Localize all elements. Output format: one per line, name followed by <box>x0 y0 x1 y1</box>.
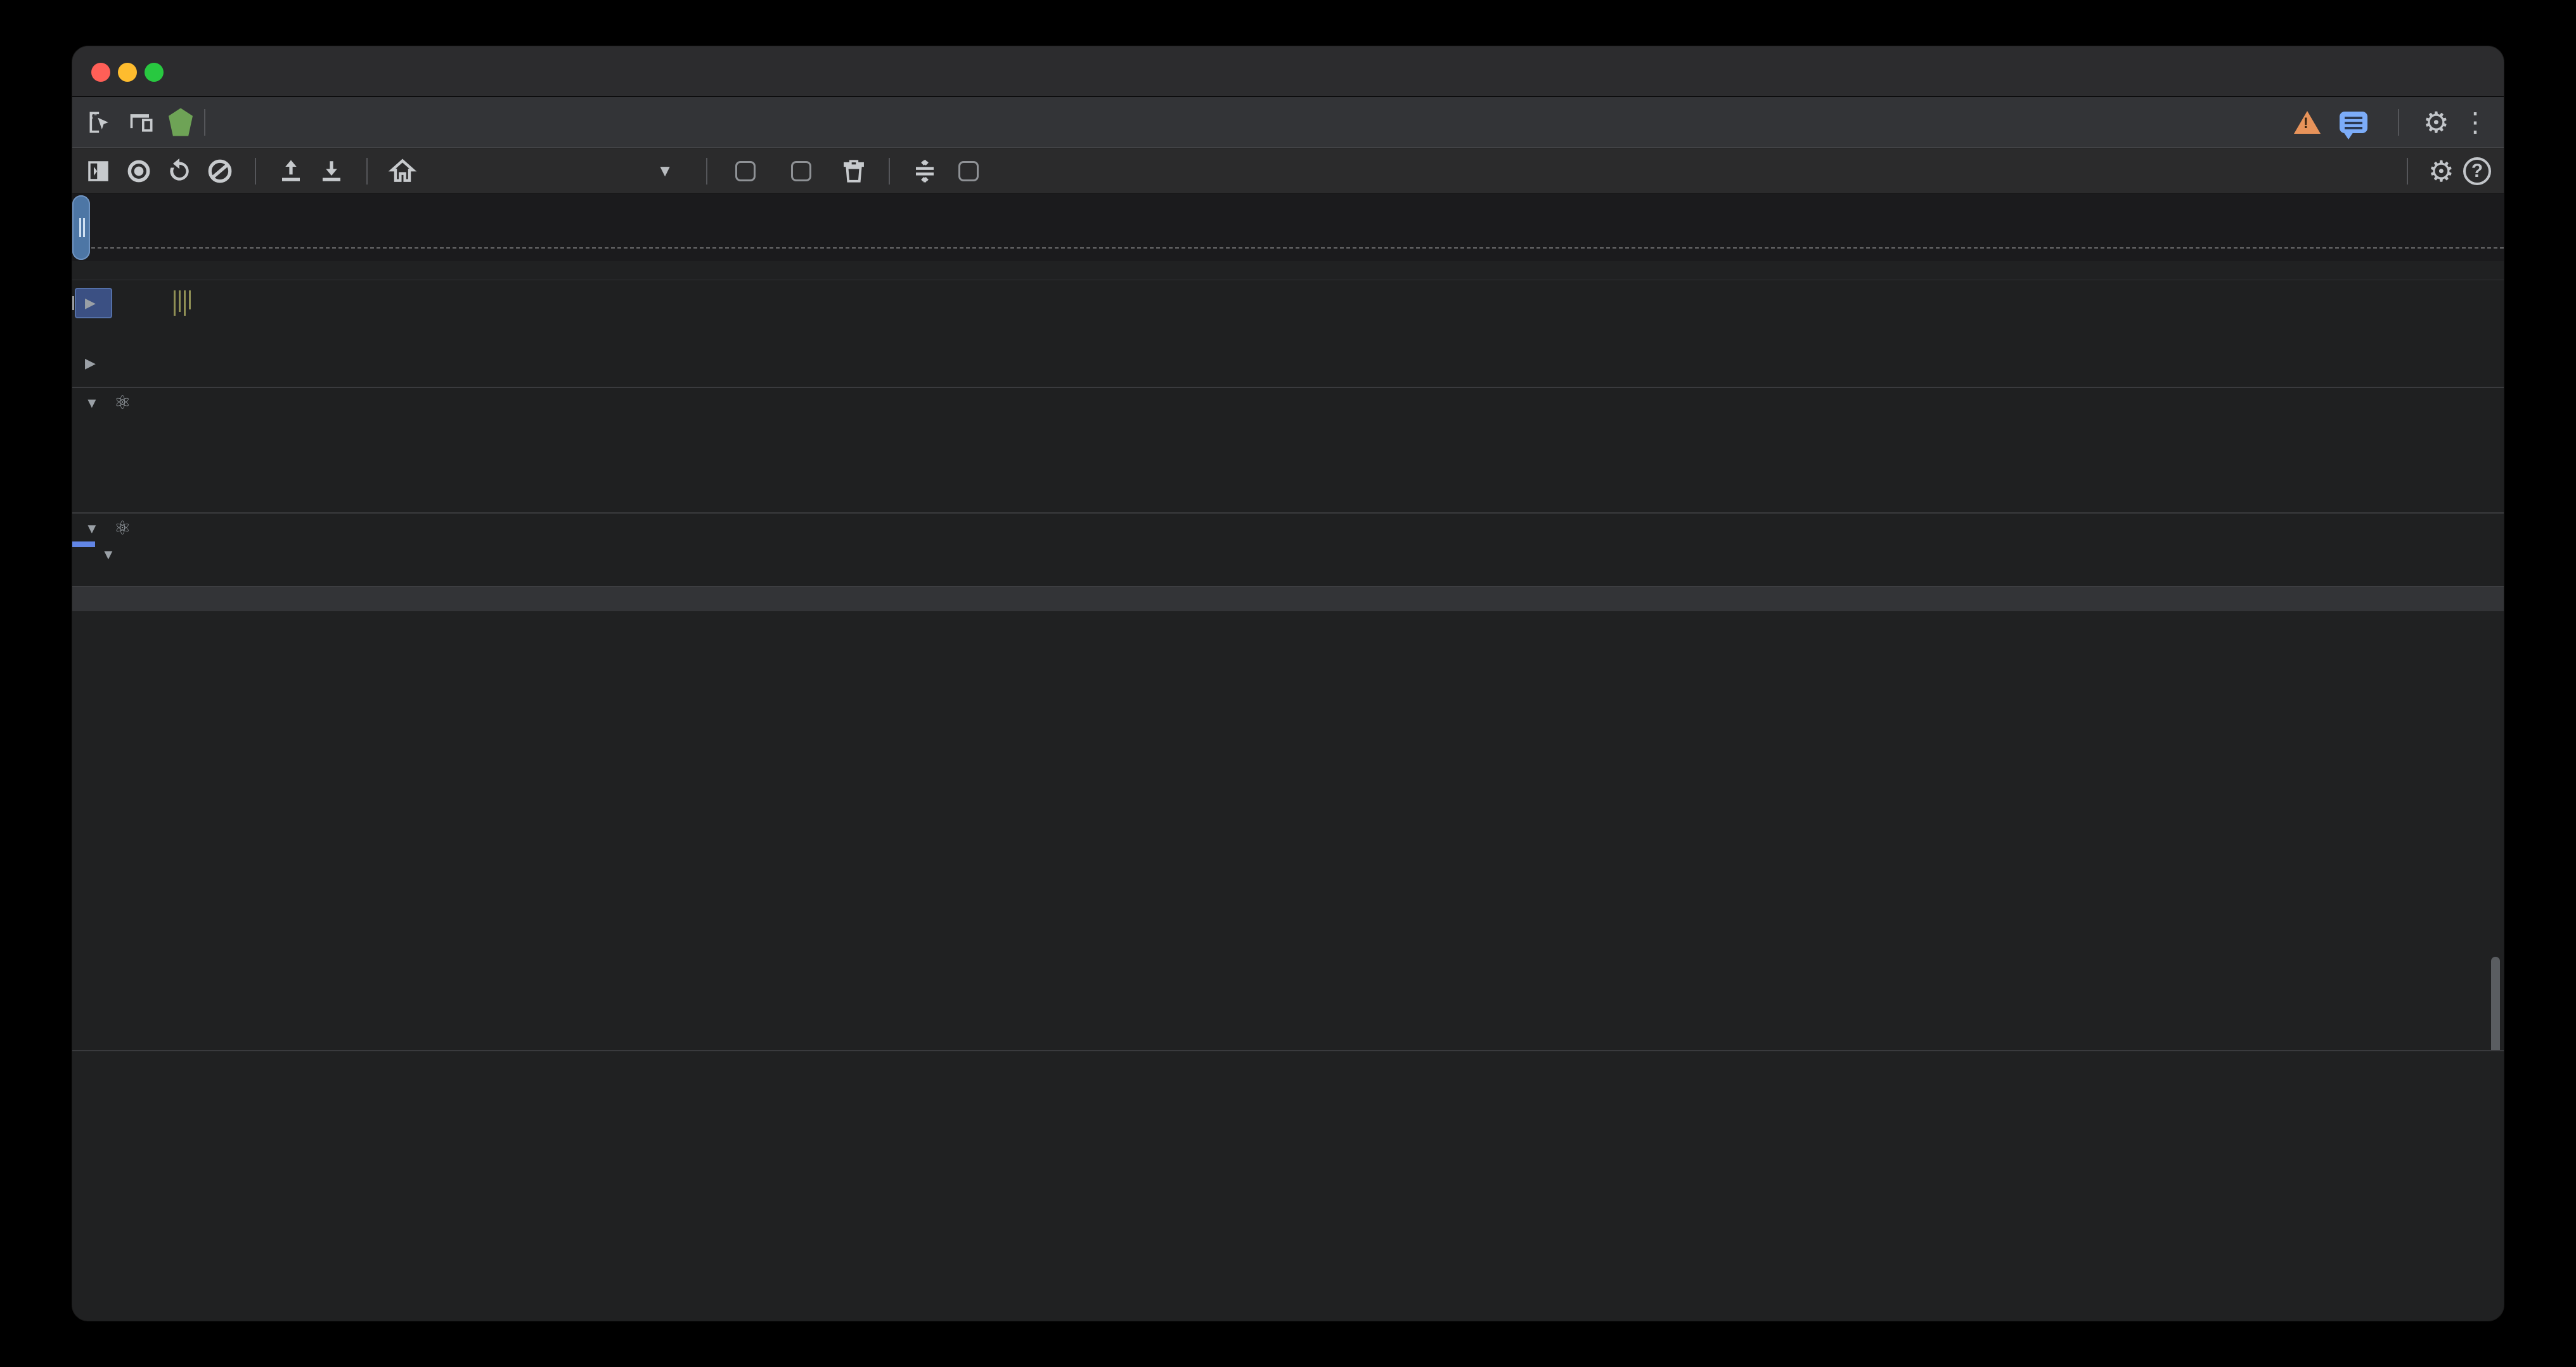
server-requests-row[interactable] <box>72 450 2504 477</box>
tabbar-separator <box>204 109 205 136</box>
network-candle <box>179 290 181 312</box>
selection-right-handle[interactable] <box>72 195 90 260</box>
title-bar <box>72 46 2504 97</box>
capture-settings-gear-icon[interactable]: ⚙ <box>2428 157 2454 186</box>
issues-icon <box>2340 112 2367 133</box>
timeline-ruler <box>72 261 2504 280</box>
selected-track-tick <box>72 541 95 547</box>
tabbar-right-separator <box>2398 109 2399 136</box>
network-track-chip[interactable]: ▶ <box>75 288 112 318</box>
toggle-sidebar-icon[interactable] <box>81 154 115 188</box>
server-requests-row[interactable] <box>72 479 2504 506</box>
toolbar-separator-4 <box>889 158 890 185</box>
dim-third-parties-checkbox-box[interactable] <box>958 161 979 181</box>
memory-checkbox[interactable] <box>791 161 820 181</box>
details-tab-bar <box>72 586 2504 611</box>
devtools-window: ⚙ ⋮ ▼ <box>72 46 2504 1321</box>
zoom-window-button[interactable] <box>145 63 164 82</box>
help-icon[interactable]: ? <box>2463 157 2491 185</box>
issues-indicator[interactable] <box>2340 112 2374 133</box>
warning-icon <box>2294 111 2321 134</box>
screenshots-checkbox-box[interactable] <box>735 161 756 181</box>
toolbar-separator-3 <box>706 158 707 185</box>
network-candle <box>174 290 176 316</box>
section-divider <box>72 387 2504 388</box>
toolbar-separator-1 <box>255 158 256 185</box>
react-atom-icon: ⚛ <box>114 392 131 414</box>
toolbar-separator-5 <box>2407 158 2408 185</box>
live-metrics-home-icon[interactable] <box>385 154 420 188</box>
collapse-tracks-icon[interactable] <box>908 154 942 188</box>
react-atom-icon: ⚛ <box>114 517 131 540</box>
record-and-reload-button[interactable] <box>162 154 196 188</box>
more-options-icon[interactable]: ⋮ <box>2462 107 2489 138</box>
chevron-down-icon: ▼ <box>657 161 682 181</box>
upload-profile-icon[interactable] <box>274 154 308 188</box>
collapse-triangle-icon[interactable]: ▶ <box>85 355 96 372</box>
expand-triangle-icon[interactable]: ▼ <box>101 547 115 563</box>
network-candle <box>184 290 186 316</box>
flame-chart-area[interactable]: ▶ ▶ ▼ ⚛ ▼ ⚛ <box>72 280 2504 586</box>
download-profile-icon[interactable] <box>314 154 349 188</box>
warnings-indicator[interactable] <box>2294 111 2327 134</box>
cpu-net-divider <box>72 247 2504 249</box>
section-divider <box>72 512 2504 514</box>
device-toolbar-icon[interactable] <box>128 108 156 136</box>
expand-triangle-icon[interactable]: ▼ <box>85 395 99 411</box>
server-requests-header[interactable]: ▼ ⚛ <box>85 392 139 414</box>
toolbar-separator-2 <box>366 158 368 185</box>
server-requests-row[interactable] <box>72 421 2504 448</box>
server-components-row[interactable] <box>72 571 2504 586</box>
screenshots-checkbox[interactable] <box>735 161 764 181</box>
scrollbar-thumb[interactable] <box>2491 957 2500 1050</box>
devtools-tab-bar: ⚙ ⋮ <box>72 97 2504 148</box>
network-track[interactable]: ▶ <box>72 288 2504 318</box>
record-button[interactable] <box>122 154 156 188</box>
request-whisker-end <box>72 296 74 310</box>
collapse-triangle-icon[interactable]: ▶ <box>85 295 96 311</box>
dim-third-parties-checkbox[interactable] <box>958 161 988 181</box>
timings-track[interactable]: ▶ <box>72 355 2504 380</box>
memory-checkbox-box[interactable] <box>791 161 811 181</box>
timeline-overview[interactable] <box>72 194 2504 261</box>
minimize-window-button[interactable] <box>118 63 137 82</box>
summary-pane[interactable] <box>72 611 2504 1050</box>
extension-gem-icon[interactable] <box>169 108 193 136</box>
primary-subgroup-header[interactable]: ▼ <box>101 547 123 563</box>
collect-garbage-icon[interactable] <box>837 154 871 188</box>
server-components-header[interactable]: ▼ ⚛ <box>85 517 139 540</box>
settings-gear-icon[interactable]: ⚙ <box>2423 108 2449 137</box>
stack-trace-section <box>86 1062 2305 1091</box>
inspect-element-icon[interactable] <box>86 108 114 136</box>
stack-trace-divider <box>72 1050 2504 1051</box>
performance-toolbar: ▼ ⚙ ? <box>72 148 2504 194</box>
expand-triangle-icon[interactable]: ▼ <box>85 521 99 537</box>
clear-recording-icon[interactable] <box>203 154 237 188</box>
network-candle <box>189 290 191 309</box>
close-window-button[interactable] <box>91 63 110 82</box>
profile-history-select[interactable]: ▼ <box>435 161 682 181</box>
